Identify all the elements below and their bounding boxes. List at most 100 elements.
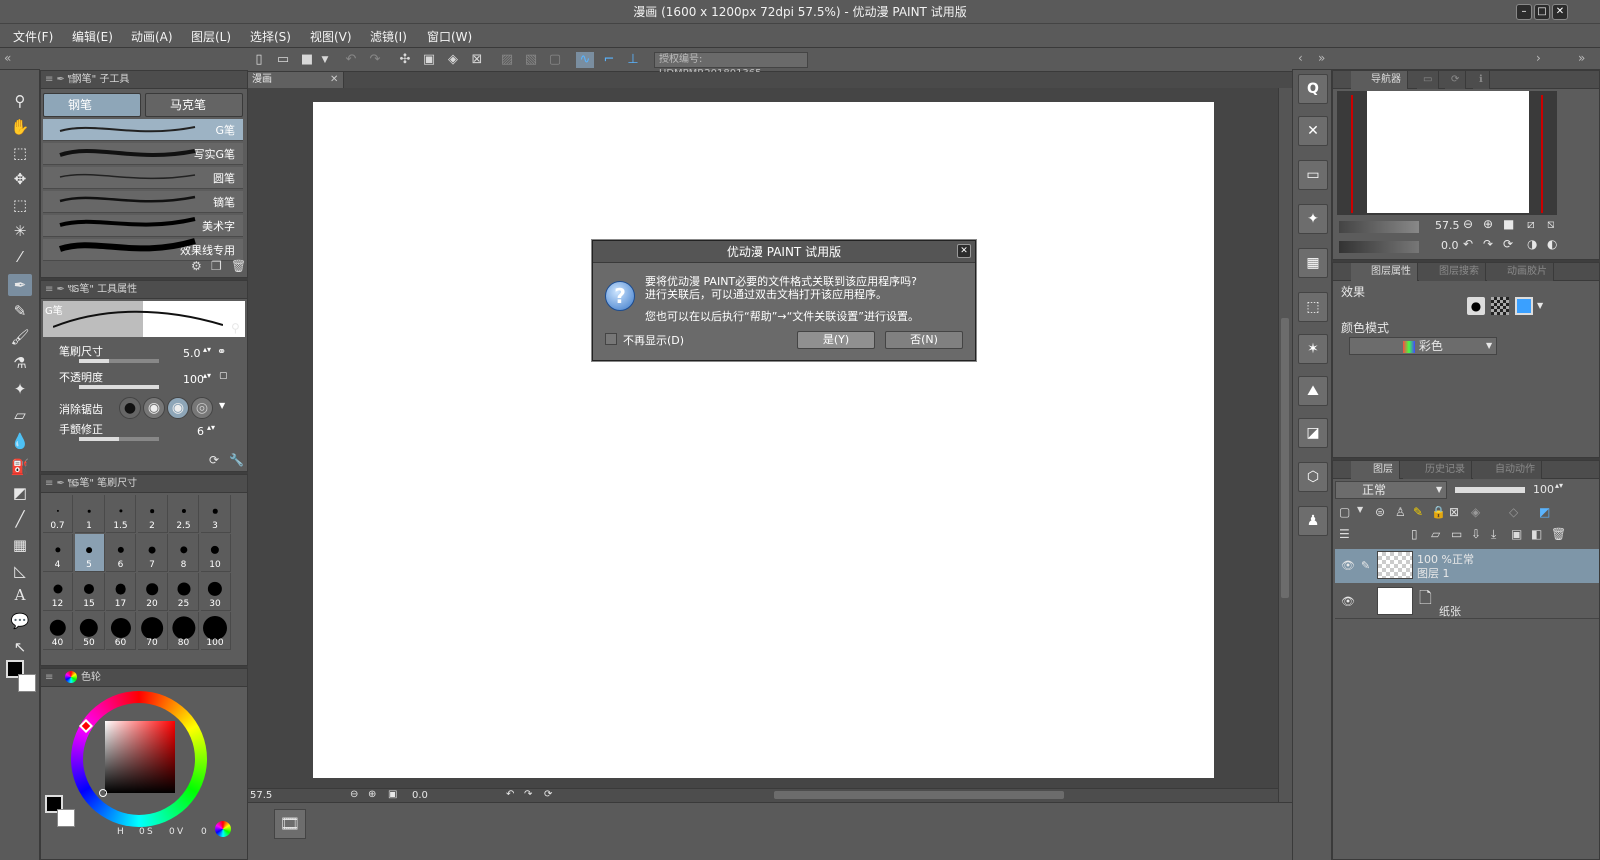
nav-rotate-left-icon[interactable]: ↶ (1463, 237, 1473, 251)
antialias-mid-icon[interactable]: ◉ (167, 397, 189, 419)
collapse-right-icon[interactable]: » (1578, 51, 1585, 65)
effect-dropdown-icon[interactable]: ▼ (1537, 301, 1543, 310)
color-sub-swatch[interactable] (57, 809, 75, 827)
menu-edit[interactable]: 编辑(E) (72, 28, 113, 45)
nav-zoom-in-icon[interactable]: ⊕ (1483, 217, 1493, 231)
brush-size-option[interactable]: 60 (106, 612, 136, 650)
blend-icon[interactable]: 💧 (8, 430, 32, 452)
scale-icon[interactable]: ⊠ (468, 52, 486, 68)
brush-size-option[interactable]: 100 (200, 612, 231, 650)
preview-zoom-icon[interactable]: ⚲ (231, 321, 240, 335)
material-icon-3[interactable]: ✦ (1298, 204, 1328, 234)
no-button[interactable]: 否(N) (885, 331, 963, 349)
decoration-icon[interactable]: ✦ (8, 378, 32, 400)
layer-property-tab[interactable]: 图层属性 (1351, 263, 1418, 281)
collapse-strip-icon[interactable]: ‹ (1298, 51, 1303, 65)
sub-view-tab[interactable]: ▭ (1417, 71, 1440, 89)
brush-size-option[interactable]: 1.5 (106, 495, 136, 533)
brush-size-option[interactable]: 6 (106, 534, 136, 572)
brush-size-option[interactable]: 25 (169, 573, 199, 611)
history-tab[interactable]: 历史记录 (1403, 461, 1472, 479)
opacity-row[interactable]: 不透明度 100 ▴▾ ▢ (43, 369, 243, 393)
brush-size-option[interactable]: 12 (43, 573, 73, 611)
brush-size-option[interactable]: 40 (43, 612, 73, 650)
sub-tool-detail-icon[interactable]: 🔧 (229, 453, 244, 467)
pencil-tool-icon[interactable]: ✎ (8, 300, 32, 322)
search-material-icon[interactable]: Q (1298, 74, 1328, 104)
magic-wand-icon[interactable]: ✳ (8, 220, 32, 242)
collapse-left-icon[interactable]: « (4, 51, 11, 65)
dont-show-label[interactable]: 不再显示(D) (623, 332, 684, 348)
brush-size-option[interactable]: 1 (74, 495, 105, 533)
canvas-tab[interactable]: 漫画 ✕ (248, 72, 344, 88)
material-icon-5[interactable]: ⬚ (1298, 292, 1328, 322)
layer-tab[interactable]: 图层 (1351, 461, 1400, 479)
material-icon-1[interactable]: ✕ (1298, 116, 1328, 146)
menu-layer[interactable]: 图层(L) (191, 28, 231, 45)
layer-menu-icon[interactable]: ☰ (1339, 527, 1350, 541)
nav-flip-v-icon[interactable]: ⧅ (1547, 217, 1555, 232)
operation-tool-icon[interactable]: ⬚ (8, 142, 32, 164)
merge-down-icon[interactable]: ⤓ (1491, 527, 1496, 542)
vertical-scrollbar[interactable] (1278, 88, 1292, 802)
fill-selection-icon[interactable]: ▧ (522, 52, 540, 68)
dont-show-checkbox[interactable] (605, 333, 617, 345)
brush-size-option[interactable]: 0.7 (43, 495, 73, 533)
paper-visibility-icon[interactable]: 👁 (1341, 595, 1355, 608)
material-icon-8[interactable]: ◪ (1298, 418, 1328, 448)
brush-size-option[interactable]: 70 (137, 612, 168, 650)
brush-size-slider[interactable] (79, 359, 159, 363)
ref-layer-icon[interactable]: ♙ (1395, 505, 1406, 519)
fit-icon[interactable]: ▣ (388, 789, 397, 800)
move-layer-icon[interactable]: ✥ (8, 168, 32, 190)
transfer-down-icon[interactable]: ⇩ (1471, 527, 1481, 541)
material-icon-7[interactable]: ⛰ (1298, 376, 1328, 406)
fill-icon[interactable]: ◈ (444, 52, 462, 68)
item-bank-tab[interactable]: ℹ (1473, 71, 1490, 89)
nav-flip-h-icon[interactable]: ⧄ (1527, 217, 1535, 232)
undo-icon[interactable]: ↶ (342, 52, 360, 68)
nav-option-icon-1[interactable]: ◑ (1527, 237, 1537, 251)
antialias-none-icon[interactable]: ● (119, 397, 141, 419)
snap-special-ruler-icon[interactable]: ⌐ (600, 52, 618, 68)
effect-layer-color-icon[interactable] (1515, 297, 1533, 315)
copy-subtool-icon[interactable]: ❐ (211, 259, 222, 273)
figure-tool-icon[interactable]: ╱ (8, 508, 32, 530)
rotate-left-icon[interactable]: ↶ (506, 789, 514, 800)
clip-icon[interactable]: ⊜ (1375, 505, 1385, 519)
stab-spinner-icon[interactable]: ▴▾ (207, 423, 215, 432)
menu-file[interactable]: 文件(F) (13, 28, 53, 45)
brush-size-option[interactable]: 3 (200, 495, 231, 533)
mask-create-icon[interactable]: ▣ (1511, 527, 1522, 541)
nav-rotate-right-icon[interactable]: ↷ (1483, 237, 1493, 251)
close-window-button[interactable]: ✕ (1552, 4, 1568, 20)
canvas-paper[interactable] (313, 102, 1214, 778)
hand-tool-icon[interactable]: ✋ (8, 116, 32, 138)
opacity-toggle-icon[interactable]: ▢ (219, 371, 228, 381)
reset-icon[interactable]: ⟳ (209, 453, 219, 467)
yes-button[interactable]: 是(Y) (797, 331, 875, 349)
expand-strip-icon[interactable]: » (1318, 51, 1325, 65)
material-icon-9[interactable]: ⬡ (1298, 462, 1328, 492)
layer-row-2[interactable]: 👁 🗋 纸张 (1335, 585, 1599, 619)
layer-color-icon[interactable]: ▢ (1339, 505, 1350, 519)
navigator-tab[interactable]: 导航器 (1351, 71, 1408, 89)
snap-ruler-icon[interactable]: ∿ (576, 52, 594, 68)
material-icon-10[interactable]: ♟ (1298, 506, 1328, 536)
draft-layer-icon[interactable]: ✎ (1413, 505, 1423, 519)
eyedropper-icon[interactable]: ⁄ (8, 246, 32, 268)
brush-size-option[interactable]: 7 (137, 534, 168, 572)
balloon-icon[interactable]: 💬 (8, 610, 32, 632)
delete-subtool-icon[interactable]: 🗑 (231, 259, 246, 273)
new-raster-icon[interactable]: ▯ (1411, 527, 1418, 541)
stabilization-slider[interactable] (79, 437, 159, 441)
snap-icon[interactable]: ✣ (396, 52, 414, 68)
mask-icon-1[interactable]: ◈ (1471, 505, 1480, 519)
auto-action-tab[interactable]: 自动动作 (1473, 461, 1542, 479)
open-file-icon[interactable]: ▭ (274, 52, 292, 68)
clear-icon[interactable]: ▨ (498, 52, 516, 68)
nav-reset-rotate-icon[interactable]: ⟳ (1503, 237, 1513, 251)
brush-size-option[interactable]: 15 (74, 573, 105, 611)
minimize-button[interactable]: – (1516, 4, 1532, 20)
airbrush-icon[interactable]: ⚗ (8, 352, 32, 374)
